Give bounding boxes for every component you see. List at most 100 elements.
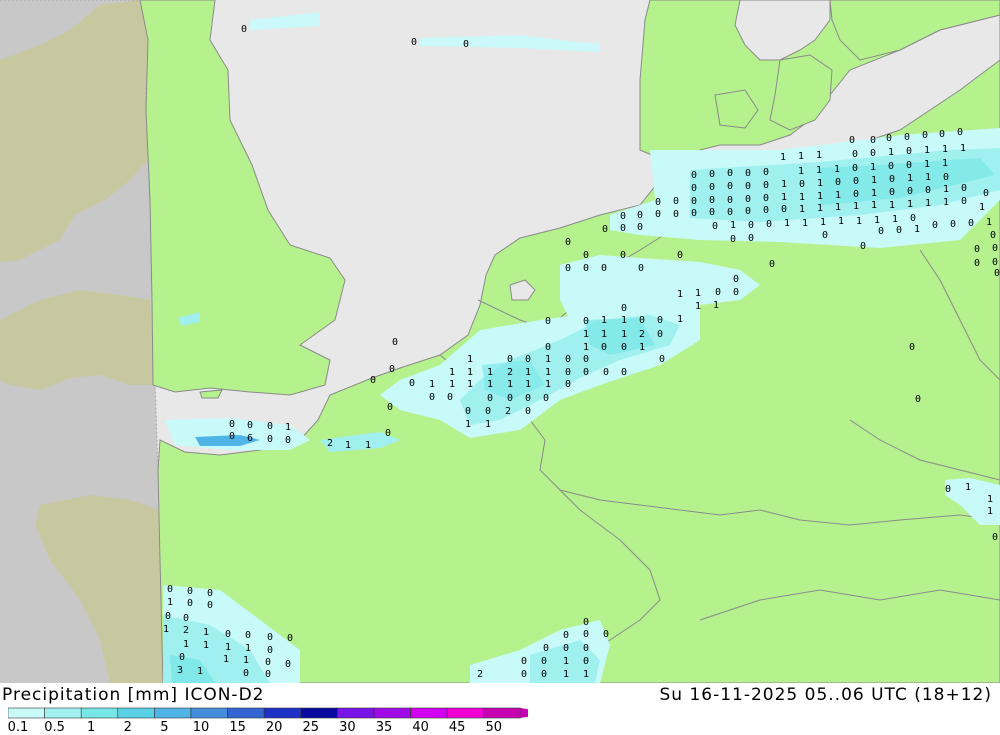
precip-value-label: 0 — [541, 669, 547, 680]
precip-value-label: 0 — [983, 188, 989, 199]
precip-value-label: 1 — [695, 301, 701, 312]
precip-value-label: 0 — [165, 611, 171, 622]
precip-value-label: 0 — [583, 656, 589, 667]
precip-value-label: 0 — [287, 633, 293, 644]
precip-value-label: 0 — [745, 181, 751, 192]
precip-value-label: 0 — [925, 185, 931, 196]
precip-value-label: 1 — [525, 379, 531, 390]
precip-value-label: 1 — [621, 315, 627, 326]
precip-value-label: 1 — [601, 329, 607, 340]
precip-value-label: 0 — [709, 169, 715, 180]
precip-value-label: 1 — [889, 200, 895, 211]
precip-value-label: 1 — [695, 288, 701, 299]
precip-value-label: 0 — [187, 598, 193, 609]
precip-value-label: 0 — [896, 225, 902, 236]
precip-value-label: 0 — [639, 315, 645, 326]
legend-swatch — [80, 707, 119, 719]
precip-value-label: 0 — [565, 367, 571, 378]
precip-value-label: 0 — [563, 643, 569, 654]
precip-value-label: 1 — [798, 151, 804, 162]
precip-value-label: 0 — [852, 163, 858, 174]
precip-value-label: 0 — [207, 600, 213, 611]
precip-value-label: 2 — [327, 438, 333, 449]
precip-value-label: 0 — [822, 230, 828, 241]
precip-value-label: 0 — [691, 208, 697, 219]
precip-value-label: 1 — [853, 201, 859, 212]
precip-value-label: 1 — [449, 367, 455, 378]
legend-swatch — [373, 707, 411, 719]
precip-value-label: 0 — [285, 659, 291, 670]
precip-value-label: 0 — [485, 406, 491, 417]
precip-value-label: 1 — [856, 216, 862, 227]
precip-value-label: 0 — [621, 367, 627, 378]
precip-value-label: 0 — [745, 206, 751, 217]
precip-value-label: 0 — [932, 220, 938, 231]
precip-value-label: 0 — [657, 329, 663, 340]
precip-value-label: 0 — [507, 354, 513, 365]
precip-value-label: 1 — [816, 165, 822, 176]
precip-value-label: 0 — [799, 179, 805, 190]
precip-value-label: 0 — [411, 37, 417, 48]
precip-value-label: 0 — [285, 435, 291, 446]
precip-value-label: 0 — [167, 584, 173, 595]
precip-value-label: 0 — [389, 364, 395, 375]
legend-swatch — [44, 707, 82, 719]
precip-value-label: 0 — [621, 303, 627, 314]
precip-value-label: 1 — [285, 422, 291, 433]
precip-value-label: 0 — [187, 586, 193, 597]
precip-value-label: 1 — [942, 158, 948, 169]
precip-value-label: 1 — [225, 642, 231, 653]
precip-value-label: 0 — [429, 392, 435, 403]
precip-value-label: 0 — [583, 354, 589, 365]
precip-value-label: 0 — [673, 209, 679, 220]
legend-swatch — [154, 707, 192, 719]
precip-value-label: 1 — [365, 440, 371, 451]
precip-value-label: 0 — [655, 197, 661, 208]
precip-value-label: 1 — [639, 342, 645, 353]
precip-value-label: 1 — [677, 314, 683, 325]
precip-value-label: 0 — [992, 257, 998, 268]
precip-value-label: 1 — [245, 643, 251, 654]
legend-swatch — [300, 707, 338, 719]
precip-value-label: 1 — [924, 159, 930, 170]
precip-value-label: 0 — [602, 224, 608, 235]
precip-value-label: 0 — [745, 168, 751, 179]
precip-value-label: 1 — [545, 379, 551, 390]
precip-value-label: 1 — [197, 666, 203, 677]
legend-swatch — [263, 707, 302, 719]
precip-value-label: 1 — [817, 203, 823, 214]
precip-value-label: 0 — [565, 354, 571, 365]
precip-value-label: 1 — [925, 172, 931, 183]
precip-value-label: 0 — [521, 656, 527, 667]
precip-value-label: 1 — [563, 669, 569, 680]
precip-value-label: 1 — [167, 597, 173, 608]
precip-value-label: 0 — [733, 274, 739, 285]
precip-value-label: 1 — [925, 198, 931, 209]
precip-value-label: 0 — [943, 172, 949, 183]
precip-value-label: 1 — [965, 482, 971, 493]
precip-value-label: 0 — [583, 316, 589, 327]
precip-value-label: 0 — [922, 130, 928, 141]
precip-value-label: 0 — [906, 160, 912, 171]
precip-value-label: 0 — [183, 613, 189, 624]
precip-value-label: 0 — [637, 210, 643, 221]
precip-value-label: 0 — [447, 392, 453, 403]
precip-value-label: 0 — [677, 250, 683, 261]
precip-value-label: 1 — [601, 315, 607, 326]
precip-value-label: 1 — [871, 175, 877, 186]
precip-value-label: 0 — [727, 195, 733, 206]
precip-value-label: 1 — [784, 218, 790, 229]
footer: Precipitation [mm] ICON-D2 Su 16-11-2025… — [0, 683, 1000, 735]
precip-value-label: 0 — [265, 657, 271, 668]
precip-value-label: 2 — [505, 406, 511, 417]
precip-value-label: 0 — [888, 161, 894, 172]
precip-value-label: 1 — [798, 166, 804, 177]
precip-value-label: 0 — [878, 226, 884, 237]
precip-value-label: 0 — [992, 532, 998, 543]
precip-value-label: 0 — [909, 342, 915, 353]
precip-value-label: 2 — [477, 669, 483, 680]
precip-value-label: 0 — [525, 406, 531, 417]
precip-value-label: 0 — [657, 315, 663, 326]
legend-overflow-arrow — [520, 708, 528, 718]
precip-value-label: 1 — [835, 190, 841, 201]
